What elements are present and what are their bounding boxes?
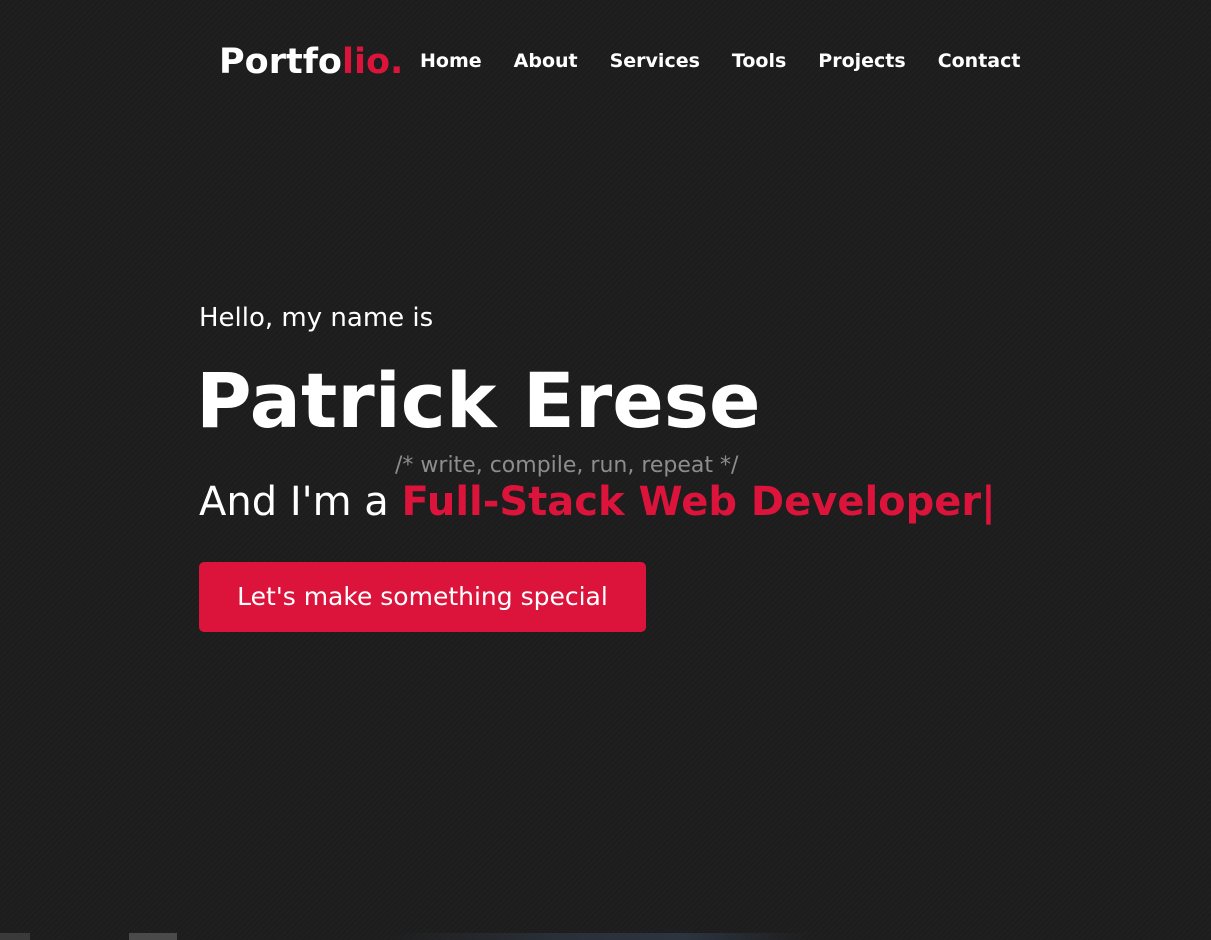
nav-item-about[interactable]: About [514,47,578,75]
nav-item-home[interactable]: Home [420,47,482,75]
hero-name: Patrick Erese [196,356,761,445]
nav-item-projects[interactable]: Projects [818,47,905,75]
bottom-edge-strip [0,933,1211,940]
navbar: Portfolio. Home About Services Tools Pro… [0,0,1211,122]
cta-button[interactable]: Let's make something special [199,562,646,632]
bottom-strip-segment [129,933,177,940]
nav-item-services[interactable]: Services [610,47,700,75]
logo-text-main: Portfo [219,42,342,82]
bottom-strip-segment [0,933,30,940]
hero-greeting: Hello, my name is [199,303,434,333]
hero-role-line: And I'm a Full-Stack Web Developer| [199,476,996,528]
bottom-strip-glow [390,933,810,940]
nav-item-contact[interactable]: Contact [938,47,1021,75]
nav-item-tools[interactable]: Tools [732,47,786,75]
hero-role-prefix: And I'm a [199,479,402,525]
nav-menu: Home About Services Tools Projects Conta… [404,47,1036,75]
logo-text-accent: lio. [341,42,404,82]
hero-role-typing: Full-Stack Web Developer| [401,479,996,525]
portfolio-page: Portfolio. Home About Services Tools Pro… [0,0,1211,940]
logo[interactable]: Portfolio. [219,40,403,84]
